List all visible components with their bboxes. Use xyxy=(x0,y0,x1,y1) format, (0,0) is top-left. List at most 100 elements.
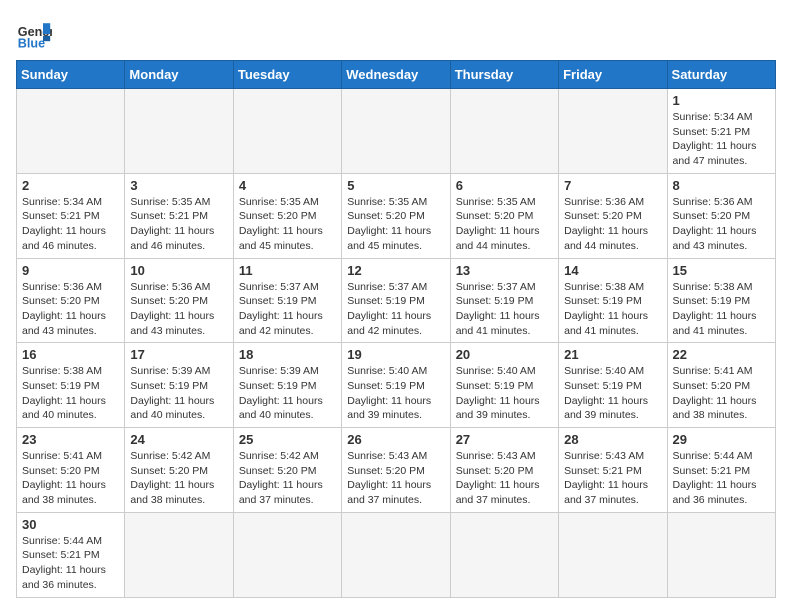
calendar-cell: 22 Sunrise: 5:41 AM Sunset: 5:20 PM Dayli… xyxy=(667,343,775,428)
calendar-cell xyxy=(125,89,233,174)
day-info: Sunrise: 5:39 AM Sunset: 5:19 PM Dayligh… xyxy=(239,364,336,423)
day-info: Sunrise: 5:35 AM Sunset: 5:20 PM Dayligh… xyxy=(456,195,553,254)
day-info: Sunrise: 5:39 AM Sunset: 5:19 PM Dayligh… xyxy=(130,364,227,423)
day-number: 13 xyxy=(456,263,553,278)
weekday-header-friday: Friday xyxy=(559,61,667,89)
day-info: Sunrise: 5:35 AM Sunset: 5:21 PM Dayligh… xyxy=(130,195,227,254)
calendar-cell xyxy=(233,89,341,174)
logo: General Blue xyxy=(16,16,52,52)
calendar-cell: 7Sunrise: 5:36 AM Sunset: 5:20 PM Daylig… xyxy=(559,173,667,258)
day-number: 23 xyxy=(22,432,119,447)
weekday-header-saturday: Saturday xyxy=(667,61,775,89)
day-number: 12 xyxy=(347,263,444,278)
calendar-cell: 23 Sunrise: 5:41 AM Sunset: 5:20 PM Dayli… xyxy=(17,428,125,513)
day-number: 29 xyxy=(673,432,770,447)
weekday-header-monday: Monday xyxy=(125,61,233,89)
week-row-4: 23 Sunrise: 5:41 AM Sunset: 5:20 PM Dayli… xyxy=(17,428,776,513)
day-number: 2 xyxy=(22,178,119,193)
calendar-cell: 19 Sunrise: 5:40 AM Sunset: 5:19 PM Dayli… xyxy=(342,343,450,428)
day-number: 21 xyxy=(564,347,661,362)
weekday-header-tuesday: Tuesday xyxy=(233,61,341,89)
day-info: Sunrise: 5:42 AM Sunset: 5:20 PM Dayligh… xyxy=(239,449,336,508)
day-info: Sunrise: 5:40 AM Sunset: 5:19 PM Dayligh… xyxy=(564,364,661,423)
day-info: Sunrise: 5:42 AM Sunset: 5:20 PM Dayligh… xyxy=(130,449,227,508)
day-number: 17 xyxy=(130,347,227,362)
day-number: 6 xyxy=(456,178,553,193)
day-info: Sunrise: 5:40 AM Sunset: 5:19 PM Dayligh… xyxy=(347,364,444,423)
weekday-header-sunday: Sunday xyxy=(17,61,125,89)
calendar-cell: 3Sunrise: 5:35 AM Sunset: 5:21 PM Daylig… xyxy=(125,173,233,258)
calendar-cell: 8 Sunrise: 5:36 AM Sunset: 5:20 PM Daylig… xyxy=(667,173,775,258)
day-info: Sunrise: 5:36 AM Sunset: 5:20 PM Dayligh… xyxy=(22,280,119,339)
calendar-cell: 15 Sunrise: 5:38 AM Sunset: 5:19 PM Dayli… xyxy=(667,258,775,343)
day-number: 30 xyxy=(22,517,119,532)
week-row-1: 2 Sunrise: 5:34 AM Sunset: 5:21 PM Daylig… xyxy=(17,173,776,258)
calendar-cell: 4Sunrise: 5:35 AM Sunset: 5:20 PM Daylig… xyxy=(233,173,341,258)
calendar-cell: 26 Sunrise: 5:43 AM Sunset: 5:20 PM Dayli… xyxy=(342,428,450,513)
calendar-cell: 27 Sunrise: 5:43 AM Sunset: 5:20 PM Dayli… xyxy=(450,428,558,513)
day-number: 25 xyxy=(239,432,336,447)
day-number: 22 xyxy=(673,347,770,362)
day-info: Sunrise: 5:34 AM Sunset: 5:21 PM Dayligh… xyxy=(22,195,119,254)
calendar-cell: 28 Sunrise: 5:43 AM Sunset: 5:21 PM Dayli… xyxy=(559,428,667,513)
day-number: 8 xyxy=(673,178,770,193)
calendar-cell: 24 Sunrise: 5:42 AM Sunset: 5:20 PM Dayli… xyxy=(125,428,233,513)
calendar-cell: 1Sunrise: 5:34 AM Sunset: 5:21 PM Daylig… xyxy=(667,89,775,174)
calendar-cell: 18 Sunrise: 5:39 AM Sunset: 5:19 PM Dayli… xyxy=(233,343,341,428)
day-info: Sunrise: 5:38 AM Sunset: 5:19 PM Dayligh… xyxy=(673,280,770,339)
day-number: 26 xyxy=(347,432,444,447)
day-number: 15 xyxy=(673,263,770,278)
week-row-3: 16Sunrise: 5:38 AM Sunset: 5:19 PM Dayli… xyxy=(17,343,776,428)
day-number: 20 xyxy=(456,347,553,362)
day-info: Sunrise: 5:38 AM Sunset: 5:19 PM Dayligh… xyxy=(564,280,661,339)
calendar-cell: 10Sunrise: 5:36 AM Sunset: 5:20 PM Dayli… xyxy=(125,258,233,343)
weekday-header-row: SundayMondayTuesdayWednesdayThursdayFrid… xyxy=(17,61,776,89)
week-row-0: 1Sunrise: 5:34 AM Sunset: 5:21 PM Daylig… xyxy=(17,89,776,174)
day-number: 24 xyxy=(130,432,227,447)
day-info: Sunrise: 5:37 AM Sunset: 5:19 PM Dayligh… xyxy=(347,280,444,339)
calendar-cell: 9 Sunrise: 5:36 AM Sunset: 5:20 PM Daylig… xyxy=(17,258,125,343)
day-info: Sunrise: 5:35 AM Sunset: 5:20 PM Dayligh… xyxy=(347,195,444,254)
day-info: Sunrise: 5:37 AM Sunset: 5:19 PM Dayligh… xyxy=(456,280,553,339)
calendar-cell: 17 Sunrise: 5:39 AM Sunset: 5:19 PM Dayli… xyxy=(125,343,233,428)
day-number: 5 xyxy=(347,178,444,193)
day-info: Sunrise: 5:43 AM Sunset: 5:20 PM Dayligh… xyxy=(456,449,553,508)
calendar-cell xyxy=(125,512,233,597)
calendar-cell: 11 Sunrise: 5:37 AM Sunset: 5:19 PM Dayli… xyxy=(233,258,341,343)
calendar-cell: 12 Sunrise: 5:37 AM Sunset: 5:19 PM Dayli… xyxy=(342,258,450,343)
calendar-cell: 6 Sunrise: 5:35 AM Sunset: 5:20 PM Daylig… xyxy=(450,173,558,258)
day-info: Sunrise: 5:43 AM Sunset: 5:20 PM Dayligh… xyxy=(347,449,444,508)
day-info: Sunrise: 5:43 AM Sunset: 5:21 PM Dayligh… xyxy=(564,449,661,508)
calendar-cell: 5 Sunrise: 5:35 AM Sunset: 5:20 PM Daylig… xyxy=(342,173,450,258)
calendar-cell xyxy=(450,512,558,597)
day-info: Sunrise: 5:44 AM Sunset: 5:21 PM Dayligh… xyxy=(22,534,119,593)
day-number: 19 xyxy=(347,347,444,362)
day-info: Sunrise: 5:36 AM Sunset: 5:20 PM Dayligh… xyxy=(673,195,770,254)
day-info: Sunrise: 5:36 AM Sunset: 5:20 PM Dayligh… xyxy=(130,280,227,339)
calendar-cell: 25 Sunrise: 5:42 AM Sunset: 5:20 PM Dayli… xyxy=(233,428,341,513)
calendar-cell: 29 Sunrise: 5:44 AM Sunset: 5:21 PM Dayli… xyxy=(667,428,775,513)
day-number: 11 xyxy=(239,263,336,278)
calendar-cell: 2 Sunrise: 5:34 AM Sunset: 5:21 PM Daylig… xyxy=(17,173,125,258)
day-number: 28 xyxy=(564,432,661,447)
calendar-cell xyxy=(559,512,667,597)
day-number: 27 xyxy=(456,432,553,447)
day-info: Sunrise: 5:36 AM Sunset: 5:20 PM Dayligh… xyxy=(564,195,661,254)
day-info: Sunrise: 5:41 AM Sunset: 5:20 PM Dayligh… xyxy=(673,364,770,423)
calendar-cell xyxy=(450,89,558,174)
day-info: Sunrise: 5:44 AM Sunset: 5:21 PM Dayligh… xyxy=(673,449,770,508)
day-number: 9 xyxy=(22,263,119,278)
weekday-header-thursday: Thursday xyxy=(450,61,558,89)
day-number: 1 xyxy=(673,93,770,108)
week-row-2: 9 Sunrise: 5:36 AM Sunset: 5:20 PM Daylig… xyxy=(17,258,776,343)
day-number: 16 xyxy=(22,347,119,362)
logo-icon: General Blue xyxy=(16,16,52,52)
day-number: 18 xyxy=(239,347,336,362)
day-info: Sunrise: 5:37 AM Sunset: 5:19 PM Dayligh… xyxy=(239,280,336,339)
week-row-5: 30 Sunrise: 5:44 AM Sunset: 5:21 PM Dayli… xyxy=(17,512,776,597)
calendar-cell: 21 Sunrise: 5:40 AM Sunset: 5:19 PM Dayli… xyxy=(559,343,667,428)
calendar-cell xyxy=(667,512,775,597)
calendar-cell: 14Sunrise: 5:38 AM Sunset: 5:19 PM Dayli… xyxy=(559,258,667,343)
calendar-cell: 30 Sunrise: 5:44 AM Sunset: 5:21 PM Dayli… xyxy=(17,512,125,597)
day-info: Sunrise: 5:41 AM Sunset: 5:20 PM Dayligh… xyxy=(22,449,119,508)
